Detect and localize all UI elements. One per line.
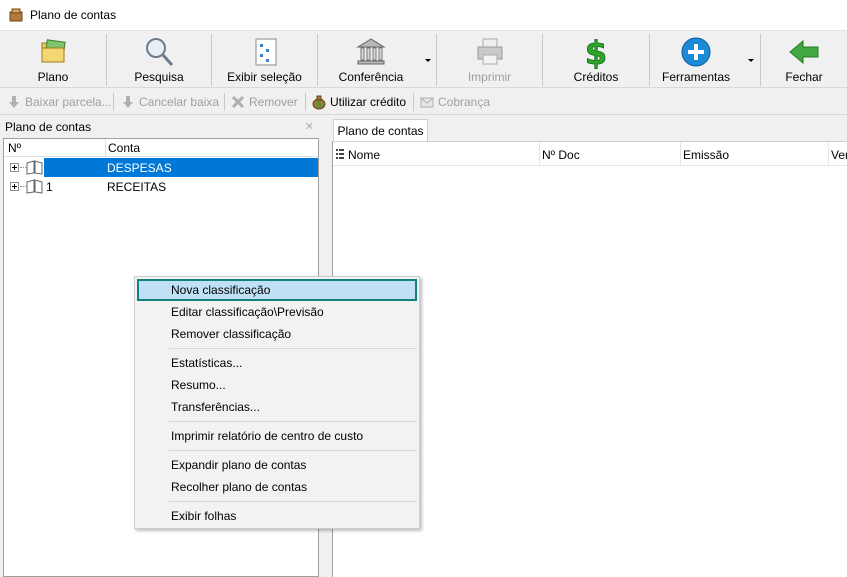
conferencia-dropdown-arrow-icon[interactable] xyxy=(424,56,432,64)
column-header-nome[interactable]: Nome xyxy=(348,148,380,162)
svg-text:$: $ xyxy=(316,100,322,109)
utilizar-credito-label: Utilizar crédito xyxy=(330,95,407,109)
menu-separator xyxy=(169,348,417,349)
creditos-label: Créditos xyxy=(573,70,619,84)
menu-item-transferencias[interactable]: Transferências... xyxy=(137,396,417,418)
menu-separator xyxy=(169,421,417,422)
subtoolbar-divider xyxy=(224,93,225,111)
menu-item-remover-classificacao[interactable]: Remover classificação xyxy=(137,323,417,345)
plano-label: Plano xyxy=(37,70,69,84)
remover-button[interactable]: Remover xyxy=(230,92,298,112)
column-header-conta[interactable]: Conta xyxy=(108,141,140,155)
utilizar-credito-button[interactable]: $ Utilizar crédito xyxy=(311,92,406,112)
row-name: RECEITAS xyxy=(107,180,167,194)
panel-title: Plano de contas xyxy=(5,120,92,134)
fechar-button[interactable]: Fechar xyxy=(761,31,847,88)
baixar-parcela-button[interactable]: Baixar parcela... xyxy=(6,92,112,112)
column-divider[interactable] xyxy=(105,139,106,157)
menu-item-expandir-plano[interactable]: Expandir plano de contas xyxy=(137,454,417,476)
column-divider[interactable] xyxy=(539,142,540,166)
folder-icon xyxy=(41,39,66,63)
main-toolbar: Plano Pesquisa Exibir seleção Conferênci… xyxy=(0,31,847,88)
tree-row-despesas[interactable]: DESPESAS xyxy=(4,158,318,177)
exibir-selecao-label: Exibir seleção xyxy=(227,70,302,84)
magnifier-icon xyxy=(146,38,174,67)
subtoolbar-divider xyxy=(413,93,414,111)
remove-icon xyxy=(231,95,245,109)
column-header-num-doc[interactable]: Nº Doc xyxy=(542,148,580,162)
plano-button[interactable]: Plano xyxy=(0,31,106,88)
menu-item-resumo[interactable]: Resumo... xyxy=(137,374,417,396)
imprimir-label: Imprimir xyxy=(467,70,512,84)
back-arrow-icon xyxy=(789,39,819,65)
conferencia-label: Conferência xyxy=(338,70,404,84)
menu-item-exibir-folhas[interactable]: Exibir folhas xyxy=(137,505,417,527)
menu-separator xyxy=(169,450,417,451)
column-divider[interactable] xyxy=(680,142,681,166)
creditos-button[interactable]: $ Créditos xyxy=(543,31,649,88)
subtoolbar-divider xyxy=(305,93,306,111)
column-divider[interactable] xyxy=(828,142,829,166)
down-arrow-icon xyxy=(123,96,133,108)
column-header-vencimento[interactable]: Ver xyxy=(831,148,847,162)
menu-separator xyxy=(169,501,417,502)
exibir-selecao-button[interactable]: Exibir seleção xyxy=(212,31,317,88)
ferramentas-dropdown-arrow-icon[interactable] xyxy=(747,56,755,64)
menu-item-nova-classificacao[interactable]: Nova classificação xyxy=(137,279,417,301)
printer-icon xyxy=(477,38,502,65)
book-icon xyxy=(26,160,43,175)
svg-text:$: $ xyxy=(585,35,607,69)
window-title: Plano de contas xyxy=(30,8,117,22)
imprimir-button[interactable]: Imprimir xyxy=(437,31,542,88)
row-name: DESPESAS xyxy=(107,161,172,175)
pesquisa-button[interactable]: Pesquisa xyxy=(107,31,211,88)
cobranca-label: Cobrança xyxy=(438,95,491,109)
cobranca-button[interactable]: Cobrança xyxy=(419,92,490,112)
dollar-icon: $ xyxy=(584,35,607,69)
remover-label: Remover xyxy=(249,95,298,109)
row-num: 1 xyxy=(46,180,53,194)
tree-header: Nº Conta xyxy=(4,139,318,157)
menu-item-imprimir-relatorio[interactable]: Imprimir relatório de centro de custo xyxy=(137,425,417,447)
app-icon xyxy=(9,8,23,22)
money-bag-icon: $ xyxy=(312,95,326,110)
tree-row-receitas[interactable]: 1 RECEITAS xyxy=(4,177,318,196)
baixar-parcela-label: Baixar parcela... xyxy=(25,95,112,109)
ferramentas-label: Ferramentas xyxy=(661,70,731,84)
expand-icon[interactable] xyxy=(10,163,19,172)
secondary-toolbar: Baixar parcela... Cancelar baixa Remover… xyxy=(0,89,847,115)
menu-item-editar-classificacao[interactable]: Editar classificação\Previsão xyxy=(137,301,417,323)
plus-icon xyxy=(681,37,711,67)
grid-header: Nome Nº Doc Emissão Ver xyxy=(333,142,847,166)
fechar-label: Fechar xyxy=(785,70,823,84)
close-icon[interactable]: ✕ xyxy=(305,120,314,133)
expand-icon[interactable] xyxy=(10,182,19,191)
bank-icon xyxy=(356,38,386,65)
column-chooser-icon[interactable] xyxy=(336,149,344,159)
menu-item-recolher-plano[interactable]: Recolher plano de contas xyxy=(137,476,417,498)
tab-plano-de-contas[interactable]: Plano de contas xyxy=(333,119,428,142)
cancelar-baixa-label: Cancelar baixa xyxy=(139,95,220,109)
title-bar: Plano de contas xyxy=(0,0,847,31)
pesquisa-label: Pesquisa xyxy=(134,70,184,84)
selection-highlight xyxy=(44,158,318,177)
ferramentas-button[interactable]: Ferramentas xyxy=(650,31,742,88)
document-list-icon xyxy=(255,38,276,66)
book-icon xyxy=(26,179,43,194)
cancelar-baixa-button[interactable]: Cancelar baixa xyxy=(120,92,219,112)
column-header-emissao[interactable]: Emissão xyxy=(683,148,729,162)
subtoolbar-divider xyxy=(113,93,114,111)
context-menu: Nova classificação Editar classificação\… xyxy=(134,276,420,529)
conferencia-button[interactable]: Conferência xyxy=(318,31,424,88)
menu-item-estatisticas[interactable]: Estatísticas... xyxy=(137,352,417,374)
down-arrow-icon xyxy=(9,96,19,108)
envelope-icon xyxy=(420,97,434,108)
column-header-num[interactable]: Nº xyxy=(8,141,21,155)
